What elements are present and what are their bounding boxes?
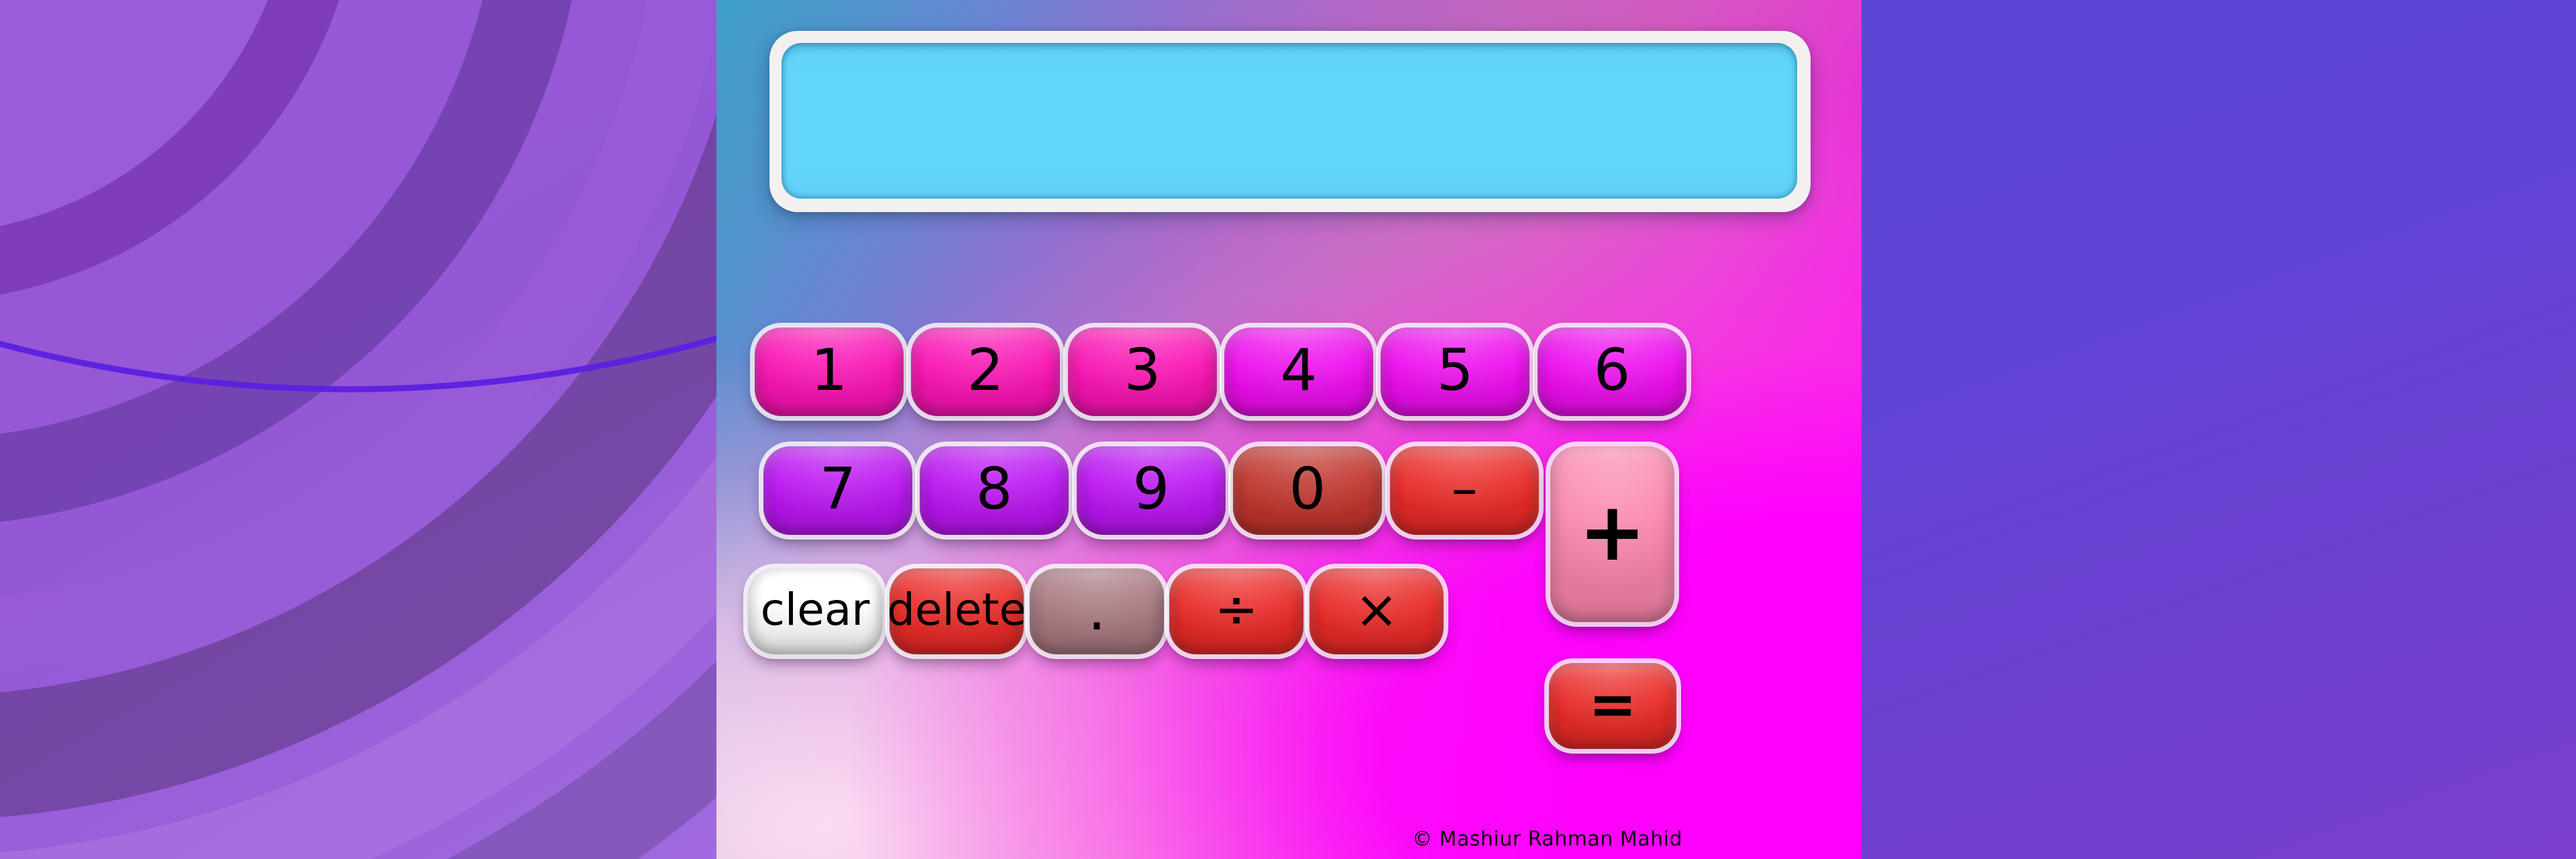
key-label-one: 1 [810, 337, 848, 404]
key-plus[interactable]: + [1550, 446, 1674, 622]
key-label-nine: 9 [1132, 456, 1170, 523]
key-times[interactable]: × [1309, 568, 1444, 654]
key-clear[interactable]: clear [748, 568, 882, 654]
key-label-plus: + [1578, 486, 1646, 579]
key-label-five: 5 [1436, 337, 1474, 404]
key-one[interactable]: 1 [755, 327, 904, 416]
key-label-times: × [1354, 580, 1399, 640]
key-label-four: 4 [1280, 337, 1318, 404]
wallpaper-arcs-left [0, 0, 716, 859]
key-label-zero: 0 [1289, 456, 1326, 523]
key-label-six: 6 [1593, 337, 1631, 404]
key-delete[interactable]: delete [890, 568, 1024, 654]
key-zero[interactable]: 0 [1233, 446, 1382, 535]
calculator-app: 1 2 3 4 5 6 7 8 9 0 – + clear delete. ÷ × = © Mashiur Ra… [0, 0, 2576, 859]
key-six[interactable]: 6 [1538, 327, 1686, 416]
key-label-three: 3 [1124, 337, 1161, 404]
key-label-minus: – [1451, 459, 1478, 519]
key-label-equals: = [1588, 671, 1638, 738]
display-input[interactable] [782, 43, 1797, 199]
key-label-dot: . [1087, 576, 1106, 644]
wallpaper-right [1862, 0, 2576, 859]
key-label-delete: delete [890, 584, 1024, 636]
key-equals[interactable]: = [1549, 663, 1676, 749]
key-two[interactable]: 2 [911, 327, 1060, 416]
key-five[interactable]: 5 [1381, 327, 1529, 416]
key-label-divide: ÷ [1214, 580, 1258, 640]
key-minus[interactable]: – [1390, 446, 1539, 535]
copyright-text: © Mashiur Rahman Mahid [1411, 827, 1683, 851]
key-nine[interactable]: 9 [1077, 446, 1226, 535]
key-four[interactable]: 4 [1224, 327, 1373, 416]
key-label-seven: 7 [819, 456, 857, 523]
key-three[interactable]: 3 [1068, 327, 1217, 416]
key-eight[interactable]: 8 [920, 446, 1069, 535]
key-label-eight: 8 [975, 456, 1013, 523]
key-label-two: 2 [967, 337, 1004, 404]
key-divide[interactable]: ÷ [1169, 568, 1303, 654]
key-seven[interactable]: 7 [763, 446, 912, 535]
display-frame [769, 31, 1811, 212]
key-dot[interactable]: . [1030, 568, 1164, 654]
calculator-panel: 1 2 3 4 5 6 7 8 9 0 – + clear delete. ÷ × = © Mashiur Ra… [716, 0, 1862, 859]
key-label-clear: clear [760, 584, 870, 636]
wallpaper-left [0, 0, 716, 859]
